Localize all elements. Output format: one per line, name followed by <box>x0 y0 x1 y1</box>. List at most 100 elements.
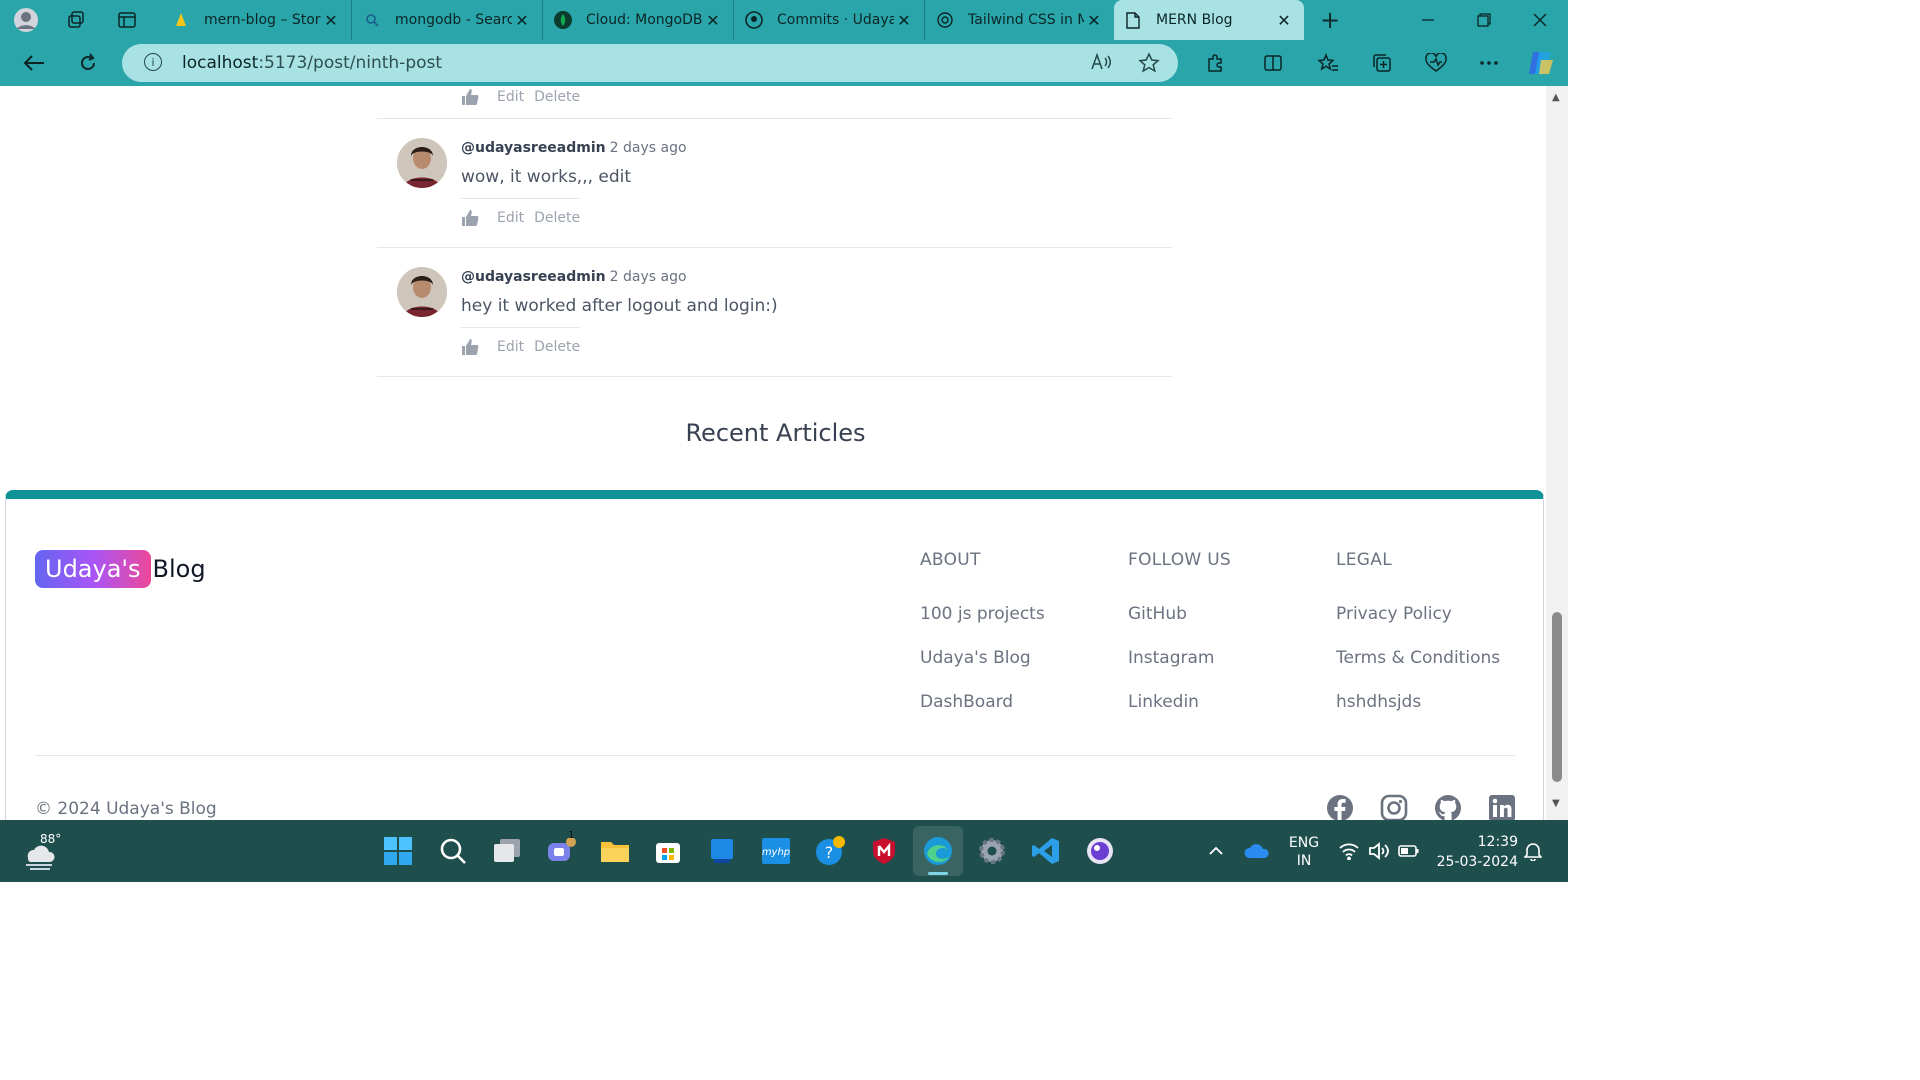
settings-gear-icon[interactable] <box>975 834 1009 868</box>
scroll-up-arrow-icon[interactable]: ▲ <box>1552 92 1560 103</box>
app-manager-icon[interactable] <box>705 834 739 868</box>
search-icon[interactable] <box>436 834 470 868</box>
delete-button[interactable]: Delete <box>534 339 580 355</box>
comment-actions: Edit Delete <box>461 86 580 108</box>
footer-link-instagram[interactable]: Instagram <box>1128 648 1215 668</box>
notifications-bell-icon[interactable] <box>1524 820 1542 882</box>
battery-icon[interactable] <box>1398 820 1420 882</box>
minimize-icon[interactable] <box>1400 0 1456 40</box>
more-menu-icon[interactable] <box>1474 49 1504 77</box>
favorite-star-icon[interactable] <box>1138 52 1160 79</box>
footer-link-100-js-projects[interactable]: 100 js projects <box>920 604 1045 624</box>
tab-mern-blog[interactable]: MERN Blog ✕ <box>1114 0 1304 40</box>
footer-link-terms[interactable]: Terms & Conditions <box>1336 648 1500 668</box>
footer-link-github[interactable]: GitHub <box>1128 604 1187 624</box>
volume-icon[interactable] <box>1368 820 1390 882</box>
language-code: ENG <box>1288 835 1320 851</box>
weather-widget[interactable]: 88° <box>22 832 62 870</box>
read-aloud-icon[interactable] <box>1090 52 1112 77</box>
get-help-icon[interactable]: ? <box>813 834 847 868</box>
tab-cloud-mongodb[interactable]: Cloud: MongoDB ✕ <box>544 0 734 40</box>
scroll-down-arrow-icon[interactable]: ▼ <box>1552 798 1560 809</box>
edit-button[interactable]: Edit <box>497 89 524 105</box>
footer-link-privacy-policy[interactable]: Privacy Policy <box>1336 604 1452 624</box>
vscode-icon[interactable] <box>1029 834 1063 868</box>
microsoft-store-icon[interactable] <box>651 834 685 868</box>
close-tab-icon[interactable]: ✕ <box>703 11 723 30</box>
comment-username[interactable]: @udayasreeadmin <box>461 269 606 285</box>
clock-date: 25-03-2024 <box>1436 854 1518 870</box>
comment-item: @udayasreeadmin 2 days ago hey it worked … <box>377 247 1172 377</box>
footer-logo[interactable]: Udaya's Blog <box>35 550 206 588</box>
delete-button[interactable]: Delete <box>534 89 580 105</box>
tab-mern-blog-storage[interactable]: mern-blog – Stor ✕ <box>162 0 352 40</box>
footer-link-hshdhsjds[interactable]: hshdhsjds <box>1336 692 1421 712</box>
close-tab-icon[interactable]: ✕ <box>1084 11 1104 30</box>
mcafee-icon[interactable] <box>867 834 901 868</box>
thumbs-up-icon[interactable] <box>461 338 479 356</box>
close-tab-icon[interactable]: ✕ <box>894 11 914 30</box>
tab-commits[interactable]: Commits · Udaya ✕ <box>735 0 925 40</box>
site-info-icon[interactable]: i <box>144 53 162 71</box>
system-clock[interactable]: 12:39 25-03-2024 <box>1428 832 1518 872</box>
close-window-icon[interactable] <box>1512 0 1568 40</box>
back-icon[interactable] <box>19 49 49 77</box>
edit-button[interactable]: Edit <box>497 210 524 226</box>
footer-link-linkedin[interactable]: Linkedin <box>1128 692 1199 712</box>
workspaces-icon[interactable] <box>62 6 90 34</box>
wifi-icon[interactable] <box>1338 820 1360 882</box>
split-screen-icon[interactable] <box>1258 49 1288 77</box>
edge-browser-icon[interactable] <box>921 834 955 868</box>
footer-link-udayas-blog[interactable]: Udaya's Blog <box>920 648 1031 668</box>
page-scrollbar[interactable]: ▲ ▼ <box>1546 86 1568 820</box>
linkedin-icon[interactable] <box>1488 794 1516 820</box>
close-tab-icon[interactable]: ✕ <box>321 11 341 30</box>
new-tab-button[interactable]: + <box>1316 6 1344 34</box>
profile-avatar-icon[interactable] <box>12 6 40 34</box>
url-text[interactable]: localhost:5173/post/ninth-post <box>182 53 442 73</box>
language-indicator[interactable]: ENG IN <box>1286 834 1322 870</box>
refresh-icon[interactable] <box>73 49 103 77</box>
edit-button[interactable]: Edit <box>497 339 524 355</box>
thumbs-up-icon[interactable] <box>461 209 479 227</box>
tab-title: Tailwind CSS in M <box>968 12 1084 28</box>
comment-actions: Edit Delete <box>461 327 581 358</box>
favorites-icon[interactable] <box>1313 49 1343 77</box>
footer-heading: ABOUT <box>920 550 981 570</box>
extensions-icon[interactable] <box>1200 49 1230 77</box>
search-icon <box>363 11 381 29</box>
github-icon[interactable] <box>1434 794 1462 820</box>
myhp-icon[interactable]: myhp <box>759 834 793 868</box>
footer-link-dashboard[interactable]: DashBoard <box>920 692 1013 712</box>
delete-button[interactable]: Delete <box>534 210 580 226</box>
browser-essentials-icon[interactable] <box>1421 49 1451 77</box>
comment-username[interactable]: @udayasreeadmin <box>461 140 606 156</box>
facebook-icon[interactable] <box>1326 794 1354 820</box>
tab-actions-icon[interactable] <box>113 6 141 34</box>
close-tab-icon[interactable]: ✕ <box>512 11 532 30</box>
windows-start-icon[interactable] <box>381 834 415 868</box>
collections-icon[interactable] <box>1367 49 1397 77</box>
task-view-icon[interactable] <box>490 834 524 868</box>
comment-actions: Edit Delete <box>461 198 581 229</box>
show-hidden-icons-chevron-icon[interactable] <box>1208 820 1224 882</box>
comment-time: 2 days ago <box>609 269 687 285</box>
avatar <box>397 267 447 317</box>
navigation-bar: i localhost:5173/post/ninth-post <box>0 40 1568 86</box>
active-indicator <box>928 872 948 875</box>
tab-mongodb-search[interactable]: mongodb - Searc ✕ <box>353 0 543 40</box>
instagram-icon[interactable] <box>1380 794 1408 820</box>
close-tab-icon[interactable]: ✕ <box>1274 11 1294 30</box>
storage-leaf-icon <box>172 11 190 29</box>
footer-column-legal: LEGAL Privacy Policy Terms & Conditions … <box>1336 550 1500 712</box>
teams-chat-icon[interactable]: 1 <box>544 830 578 868</box>
thumbs-up-icon[interactable] <box>461 88 479 106</box>
restore-icon[interactable] <box>1456 0 1512 40</box>
copilot-icon[interactable] <box>1526 49 1556 77</box>
file-explorer-icon[interactable] <box>598 834 632 868</box>
scroll-thumb[interactable] <box>1552 612 1562 782</box>
obs-studio-icon[interactable] <box>1083 834 1117 868</box>
address-bar[interactable]: i localhost:5173/post/ninth-post <box>122 44 1178 82</box>
onedrive-cloud-icon[interactable] <box>1244 820 1270 882</box>
tab-tailwind-css[interactable]: Tailwind CSS in M ✕ <box>926 0 1114 40</box>
